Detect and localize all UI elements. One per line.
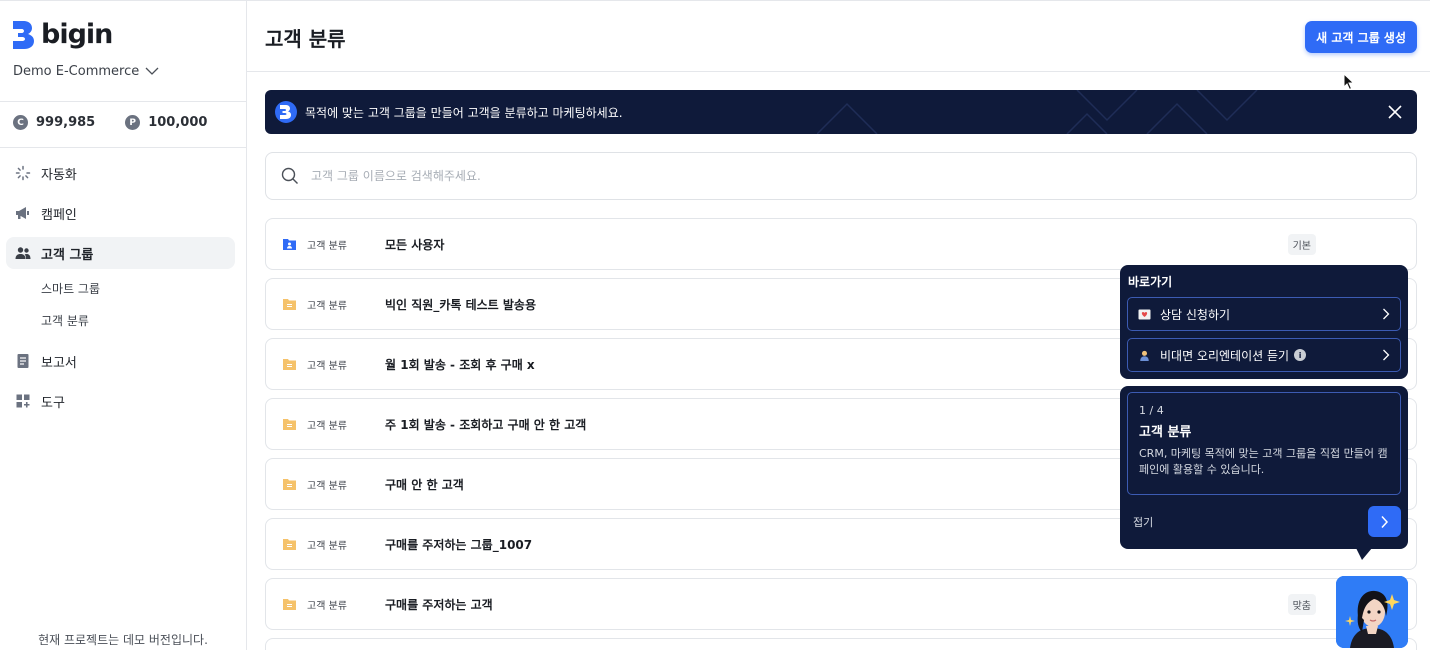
info-icon[interactable]: i <box>1294 349 1307 361</box>
megaphone-icon <box>15 205 31 221</box>
logo[interactable]: bigin <box>13 19 113 50</box>
row-type: 고객 분류 <box>307 600 347 612</box>
sidebar: bigin Demo E-Commerce C 999,985 P 100,00… <box>0 0 247 650</box>
row-name: 주 1회 발송 - 조회하고 구매 안 한 고객 <box>385 417 587 432</box>
workspace-selector[interactable]: Demo E-Commerce <box>13 64 159 79</box>
credit-c-value: 999,985 <box>36 115 96 130</box>
sidebar-item-report[interactable]: 보고서 <box>6 345 235 377</box>
status-badge: 기본 <box>1287 233 1316 255</box>
credit-p-value: 100,000 <box>148 115 208 130</box>
row-type: 고객 분류 <box>307 360 347 372</box>
chevron-right-icon <box>1381 515 1389 528</box>
folder-icon <box>283 299 296 310</box>
row-type: 고객 분류 <box>307 540 347 552</box>
demo-notice: 현재 프로젝트는 데모 버전입니다. <box>38 633 208 647</box>
assistant-character-icon <box>1336 576 1408 648</box>
folder-icon <box>283 479 296 490</box>
info-banner: 목적에 맞는 고객 그룹을 만들어 고객을 분류하고 마케팅하세요. <box>265 90 1417 134</box>
search-box <box>265 152 1417 200</box>
p-coin-icon: P <box>125 115 141 130</box>
folder-user-icon <box>283 239 296 250</box>
folder-icon <box>283 599 296 610</box>
page-title: 고객 분류 <box>265 27 346 51</box>
shortcut-consultation[interactable]: 상담 신청하기 <box>1127 297 1401 331</box>
sidebar-item-customer-group[interactable]: 고객 그룹 <box>6 237 235 269</box>
sidebar-divider <box>0 147 246 148</box>
tour-step: 1 / 4 <box>1139 404 1164 417</box>
tour-card: 1 / 4 고객 분류 CRM, 마케팅 목적에 맞는 고객 그룹을 직접 만들… <box>1120 386 1408 549</box>
sidebar-item-automation[interactable]: 자동화 <box>6 157 235 189</box>
credit-c: C 999,985 <box>13 115 95 130</box>
row-type: 고객 분류 <box>307 420 347 432</box>
credit-p: P 100,000 <box>125 115 207 130</box>
shortcut-orientation[interactable]: 비대면 오리엔테이션 듣기 i <box>1127 338 1401 372</box>
banner-text: 목적에 맞는 고객 그룹을 만들어 고객을 분류하고 마케팅하세요. <box>305 105 623 120</box>
sidebar-item-label: 자동화 <box>41 167 77 183</box>
row-name: 구매를 주저하는 고객 <box>385 597 493 612</box>
bigin-logo-icon <box>13 20 34 49</box>
grid-icon <box>15 393 31 409</box>
group-row[interactable] <box>265 638 1417 650</box>
status-badge: 맞춤 <box>1287 593 1316 615</box>
sidebar-item-label: 캠페인 <box>41 207 77 223</box>
row-name: 빅인 직원_카톡 테스트 발송용 <box>385 297 537 312</box>
shortcut-title: 바로가기 <box>1128 275 1173 289</box>
sidebar-item-tools[interactable]: 도구 <box>6 385 235 417</box>
folder-icon <box>283 359 296 370</box>
c-coin-icon: C <box>13 115 28 130</box>
users-icon <box>15 245 31 261</box>
shortcut-panel: 바로가기 상담 신청하기 비대면 오리엔테이션 듣기 i <box>1120 265 1408 379</box>
folder-icon <box>283 539 296 550</box>
row-name: 월 1회 발송 - 조회 후 구매 x <box>385 357 535 372</box>
shortcut-item-label: 상담 신청하기 <box>1160 307 1231 322</box>
chevron-down-icon <box>145 67 159 75</box>
row-type: 고객 분류 <box>307 300 347 312</box>
row-name: 구매를 주저하는 그룹_1007 <box>385 537 533 552</box>
sidebar-subitem-customer-classification[interactable]: 고객 분류 <box>6 305 235 337</box>
presenter-icon <box>1140 350 1149 361</box>
banner-decoration <box>817 90 1258 134</box>
header-divider <box>247 71 1430 72</box>
row-type: 고객 분류 <box>307 480 347 492</box>
chevron-right-icon <box>1383 349 1390 361</box>
tour-content: 1 / 4 고객 분류 CRM, 마케팅 목적에 맞는 고객 그룹을 직접 만들… <box>1127 392 1401 495</box>
tour-title: 고객 분류 <box>1139 425 1192 440</box>
credits: C 999,985 P 100,000 <box>13 115 207 130</box>
group-row[interactable]: 고객 분류 모든 사용자 기본 <box>265 218 1417 270</box>
document-icon <box>15 353 31 369</box>
search-icon <box>281 167 298 184</box>
assistant-avatar[interactable] <box>1336 576 1408 648</box>
tour-description: CRM, 마케팅 목적에 맞는 고객 그룹을 직접 만들어 캠페인에 활용할 수… <box>1139 447 1388 476</box>
automation-icon <box>15 165 31 181</box>
heart-mail-icon <box>1138 309 1151 319</box>
sidebar-nav: 자동화 캠페인 고객 그룹 스마트 그룹 고객 분류 보고서 도구 <box>6 157 235 425</box>
sidebar-item-label: 보고서 <box>41 355 77 371</box>
logo-text: bigin <box>41 19 113 50</box>
row-name: 모든 사용자 <box>385 237 445 252</box>
fold-button[interactable]: 접기 <box>1133 514 1153 530</box>
tour-pointer <box>1356 548 1372 560</box>
sidebar-subitem-smart-group[interactable]: 스마트 그룹 <box>6 273 235 305</box>
sidebar-divider <box>0 101 246 102</box>
sidebar-item-campaign[interactable]: 캠페인 <box>6 197 235 229</box>
group-row[interactable]: 고객 분류 구매를 주저하는 고객 맞춤 <box>265 578 1417 630</box>
create-group-button[interactable]: 새 고객 그룹 생성 <box>1305 21 1417 53</box>
folder-icon <box>283 419 296 430</box>
row-type: 고객 분류 <box>307 240 347 252</box>
close-icon[interactable] <box>1385 102 1405 122</box>
next-button[interactable] <box>1368 506 1401 537</box>
row-name: 구매 안 한 고객 <box>385 477 464 492</box>
mouse-cursor-icon <box>1343 73 1355 91</box>
shortcut-item-label: 비대면 오리엔테이션 듣기 <box>1160 348 1290 363</box>
sidebar-item-label: 고객 그룹 <box>41 247 94 263</box>
chevron-right-icon <box>1383 308 1390 320</box>
sidebar-item-label: 도구 <box>41 395 65 411</box>
banner-logo-icon <box>275 101 297 123</box>
workspace-name: Demo E-Commerce <box>13 64 140 79</box>
search-input[interactable] <box>311 169 1211 183</box>
